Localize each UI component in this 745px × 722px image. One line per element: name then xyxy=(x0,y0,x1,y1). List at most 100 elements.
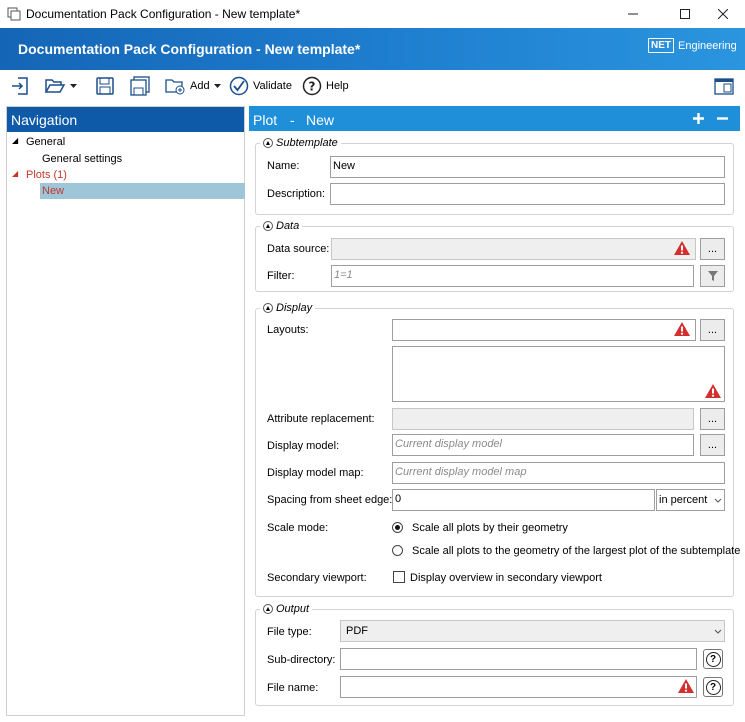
display-model-label: Display model: xyxy=(267,440,340,452)
display-group-header[interactable]: ▲ Display xyxy=(260,302,316,314)
name-label: Name: xyxy=(267,160,300,172)
scale-mode-label: Scale mode: xyxy=(267,522,329,534)
validate-label: Validate xyxy=(253,80,292,92)
description-label: Description: xyxy=(267,188,326,200)
scale-to-largest-label[interactable]: Scale all plots to the geometry of the l… xyxy=(412,545,740,557)
data-group-header[interactable]: ▲ Data xyxy=(260,220,303,232)
save-icon xyxy=(96,77,114,95)
maximize-icon xyxy=(679,9,690,19)
nav-item-general[interactable]: General xyxy=(26,136,65,148)
help-button[interactable]: ? Help xyxy=(302,74,349,98)
logo-box: NET xyxy=(648,38,674,53)
description-field[interactable] xyxy=(330,183,725,205)
close-window-button[interactable] xyxy=(700,0,745,28)
filter-button[interactable] xyxy=(700,265,725,287)
attribute-replacement-browse-button[interactable]: ... xyxy=(700,408,725,430)
collapse-icon: ▲ xyxy=(263,604,273,614)
spacing-unit-select[interactable]: in percent xyxy=(656,489,725,511)
filter-icon xyxy=(707,271,718,281)
name-field[interactable]: New xyxy=(330,156,725,178)
scale-by-geometry-radio[interactable] xyxy=(392,522,403,533)
display-model-field[interactable]: Current display model xyxy=(392,434,694,456)
plot-header-name: New xyxy=(306,112,335,128)
collapse-icon: ▲ xyxy=(263,303,273,313)
nav-item-plots[interactable]: Plots (1) xyxy=(26,169,67,181)
warning-icon xyxy=(674,241,690,255)
save-all-button[interactable] xyxy=(129,74,151,98)
filter-field[interactable]: 1=1 xyxy=(331,265,694,287)
import-button[interactable] xyxy=(10,74,30,98)
display-title: Display xyxy=(276,302,313,314)
sub-directory-help-button[interactable]: ? xyxy=(703,649,723,669)
add-label: Add xyxy=(190,80,210,92)
collapse-icon: ▲ xyxy=(263,221,273,231)
app-header: Documentation Pack Configuration - New t… xyxy=(0,28,745,70)
display-model-map-field[interactable]: Current display model map xyxy=(392,462,725,484)
help-icon: ? xyxy=(302,76,322,96)
warning-icon xyxy=(674,322,690,336)
add-plot-icon[interactable] xyxy=(692,112,705,125)
spacing-field[interactable]: 0 xyxy=(392,489,655,511)
subtemplate-group-header[interactable]: ▲ Subtemplate xyxy=(260,137,341,149)
dropdown-arrow-icon xyxy=(213,83,221,88)
file-type-select[interactable]: PDF xyxy=(340,620,725,642)
file-type-label: File type: xyxy=(267,626,312,638)
close-icon xyxy=(717,9,728,19)
spacing-label: Spacing from sheet edge: xyxy=(267,494,393,506)
expand-general-icon[interactable]: ◢ xyxy=(12,136,18,145)
output-group-header[interactable]: ▲ Output xyxy=(260,603,313,615)
svg-text:?: ? xyxy=(309,80,316,94)
window-layout-icon xyxy=(714,78,734,95)
add-button[interactable]: Add xyxy=(164,74,221,98)
plot-header-title: Plot xyxy=(253,112,278,128)
header-title: Documentation Pack Configuration - New t… xyxy=(18,41,361,57)
minimize-button[interactable] xyxy=(610,0,655,28)
save-button[interactable] xyxy=(95,74,115,98)
company-logo: NET Engineering xyxy=(648,38,737,53)
scale-to-largest-radio[interactable] xyxy=(392,545,403,556)
toolbar: Add Validate ? Help xyxy=(0,70,745,102)
sub-directory-field[interactable] xyxy=(340,648,697,670)
display-model-browse-button[interactable]: ... xyxy=(700,434,725,456)
help-icon: ? xyxy=(705,651,721,667)
layout-toggle-button[interactable] xyxy=(713,74,735,98)
remove-plot-icon[interactable] xyxy=(716,112,729,125)
plot-header: Plot - New xyxy=(249,106,740,131)
nav-item-new-selected[interactable]: New xyxy=(40,183,245,199)
layouts-field[interactable] xyxy=(392,319,696,341)
data-source-field[interactable] xyxy=(331,238,696,260)
display-model-map-label: Display model map: xyxy=(267,467,364,479)
help-label: Help xyxy=(326,80,349,92)
help-icon: ? xyxy=(705,679,721,695)
secondary-viewport-checkbox[interactable] xyxy=(393,571,405,583)
expand-plots-icon[interactable]: ◢ xyxy=(12,169,18,178)
dropdown-arrow-icon xyxy=(70,83,77,88)
chevron-down-icon xyxy=(714,498,722,503)
validate-button[interactable]: Validate xyxy=(229,74,292,98)
data-source-browse-button[interactable]: ... xyxy=(700,238,725,260)
warning-icon xyxy=(705,384,721,398)
file-name-field[interactable] xyxy=(340,676,697,698)
app-icon xyxy=(7,7,21,21)
secondary-viewport-checkbox-label[interactable]: Display overview in secondary viewport xyxy=(410,572,602,584)
data-source-label: Data source: xyxy=(267,243,330,255)
spacing-unit-value: in percent xyxy=(659,494,708,506)
file-name-help-button[interactable]: ? xyxy=(703,677,723,697)
nav-item-new-label: New xyxy=(42,185,65,197)
logo-text: Engineering xyxy=(678,39,737,52)
open-button[interactable] xyxy=(44,74,77,98)
window-title: Documentation Pack Configuration - New t… xyxy=(26,7,301,21)
sub-directory-label: Sub-directory: xyxy=(267,654,336,666)
check-circle-icon xyxy=(229,76,249,96)
minimize-icon xyxy=(627,13,638,15)
file-type-value: PDF xyxy=(346,625,368,637)
layouts-browse-button[interactable]: ... xyxy=(700,319,725,341)
window-titlebar: Documentation Pack Configuration - New t… xyxy=(0,0,745,28)
nav-item-general-settings[interactable]: General settings xyxy=(42,153,122,165)
navigation-panel: Navigation ◢ General General settings ◢ … xyxy=(6,106,245,716)
layouts-list[interactable] xyxy=(392,346,725,402)
add-folder-icon xyxy=(165,79,185,95)
scale-by-geometry-label[interactable]: Scale all plots by their geometry xyxy=(412,522,568,534)
folder-open-icon xyxy=(44,79,66,93)
attribute-replacement-field[interactable] xyxy=(392,408,694,430)
